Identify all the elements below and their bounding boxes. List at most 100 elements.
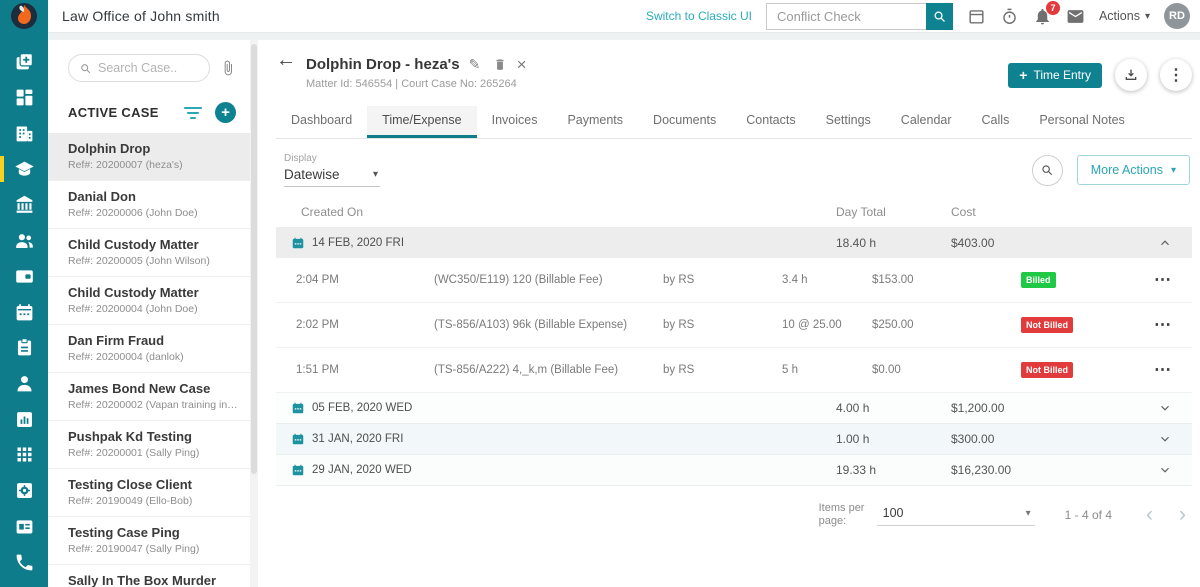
nav-item-court[interactable] <box>0 188 48 222</box>
time-expense-table: Created On Day Total Cost 14 FEB, 2020 F… <box>276 197 1192 486</box>
display-dropdown[interactable]: Datewise ▾ <box>284 164 380 187</box>
group-day-total: 1.00 h <box>836 432 951 446</box>
date-group-row[interactable]: 14 FEB, 2020 FRI18.40 h$403.00 <box>276 227 1192 258</box>
conflict-search-button[interactable] <box>926 3 953 30</box>
avatar[interactable]: RD <box>1164 3 1190 29</box>
time-entry-button[interactable]: + Time Entry <box>1008 63 1102 88</box>
nav-item-firm[interactable] <box>0 116 48 150</box>
more-actions-button[interactable]: More Actions ▾ <box>1077 155 1190 185</box>
group-date: 05 FEB, 2020 WED <box>291 401 836 415</box>
nav-item-add-case[interactable] <box>0 45 48 79</box>
time-entry-row[interactable]: 2:02 PM(TS-856/A103) 96k (Billable Expen… <box>276 303 1192 348</box>
app-title: Law Office of John smith <box>62 8 220 24</box>
case-list-item[interactable]: Testing Close ClientRef#: 20190049 (Ello… <box>48 469 250 517</box>
app-window: Law Office of John smith Switch to Class… <box>0 0 1200 587</box>
back-button[interactable]: ← <box>276 50 296 70</box>
plus-icon: + <box>1019 67 1027 83</box>
group-date: 14 FEB, 2020 FRI <box>291 236 836 250</box>
nav-item-reports[interactable] <box>0 402 48 436</box>
date-group-row[interactable]: 05 FEB, 2020 WED4.00 h$1,200.00 <box>276 393 1192 424</box>
row-actions-menu-icon[interactable]: ⋯ <box>1142 365 1172 375</box>
search-icon <box>1040 163 1054 177</box>
case-search-input[interactable] <box>98 61 199 75</box>
nav-item-contacts[interactable] <box>0 224 48 258</box>
case-list-item[interactable]: Dolphin Drop Ref#: 20200007 (heza's) <box>48 133 250 181</box>
nav-item-billing[interactable] <box>0 259 48 293</box>
timer-icon[interactable] <box>1000 7 1019 26</box>
case-name: Dolphin Drop <box>68 141 238 156</box>
delete-trash-icon[interactable] <box>493 57 508 72</box>
notifications-bell-icon[interactable]: 7 <box>1033 7 1052 26</box>
chevron-down-icon[interactable] <box>1150 401 1172 415</box>
nav-item-settings[interactable] <box>0 474 48 508</box>
nav-item-dashboard[interactable] <box>0 81 48 115</box>
chevron-up-icon[interactable] <box>1150 236 1172 250</box>
more-options-button[interactable]: ⋮ <box>1160 59 1192 91</box>
entry-description: (WC350/E119) 120 (Billable Fee) <box>434 274 663 286</box>
tab-documents[interactable]: Documents <box>638 106 731 138</box>
mail-icon[interactable] <box>1066 7 1085 26</box>
scrollbar-thumb[interactable] <box>251 44 257 474</box>
chevron-down-icon[interactable] <box>1150 463 1172 477</box>
tab-time-expense[interactable]: Time/Expense <box>367 106 476 138</box>
edit-pencil-icon[interactable]: ✎ <box>469 57 484 72</box>
conflict-check-search <box>766 3 953 30</box>
case-ref: Ref#: 20200005 (John Wilson) <box>68 255 238 267</box>
case-ref: Ref#: 20200007 (heza's) <box>68 159 238 171</box>
chevron-down-icon[interactable] <box>1150 432 1172 446</box>
row-actions-menu-icon[interactable]: ⋯ <box>1142 275 1172 285</box>
actions-dropdown[interactable]: Actions ▾ <box>1099 9 1150 23</box>
paperclip-icon[interactable] <box>220 60 236 76</box>
tab-personal-notes[interactable]: Personal Notes <box>1024 106 1139 138</box>
nav-item-calendar[interactable] <box>0 295 48 329</box>
case-name: Testing Case Ping <box>68 525 238 540</box>
case-list: Dolphin Drop Ref#: 20200007 (heza's) Dania… <box>48 133 250 587</box>
previous-page-button[interactable]: ‹ <box>1146 506 1153 524</box>
firm-icon <box>14 123 35 144</box>
tab-calendar[interactable]: Calendar <box>886 106 967 138</box>
case-title: Dolphin Drop - heza's <box>306 56 460 73</box>
case-list-item[interactable]: Sally In The Box Murder Case <box>48 565 250 587</box>
tab-payments[interactable]: Payments <box>552 106 638 138</box>
nav-item-calls[interactable] <box>0 545 48 579</box>
case-name: Sally In The Box Murder Case <box>68 573 238 587</box>
tab-contacts[interactable]: Contacts <box>731 106 810 138</box>
download-button[interactable] <box>1115 59 1147 91</box>
case-list-item[interactable]: James Bond New CaseRef#: 20200002 (Vapan… <box>48 373 250 421</box>
date-group-row[interactable]: 31 JAN, 2020 FRI1.00 h$300.00 <box>276 424 1192 455</box>
case-list-item[interactable]: Child Custody MatterRef#: 20200004 (John… <box>48 277 250 325</box>
case-list-item[interactable]: Danial DonRef#: 20200006 (John Doe) <box>48 181 250 229</box>
add-case-button[interactable]: + <box>215 102 236 123</box>
conflict-check-input[interactable] <box>766 3 926 30</box>
tab-settings[interactable]: Settings <box>811 106 886 138</box>
nav-item-matters[interactable] <box>0 152 48 186</box>
next-page-button[interactable]: › <box>1179 506 1186 524</box>
case-list-item[interactable]: Child Custody MatterRef#: 20200005 (John… <box>48 229 250 277</box>
row-actions-menu-icon[interactable]: ⋯ <box>1142 320 1172 330</box>
tab-calls[interactable]: Calls <box>967 106 1025 138</box>
matters-icon <box>14 159 35 180</box>
date-group-row[interactable]: 29 JAN, 2020 WED19.33 h$16,230.00 <box>276 455 1192 486</box>
case-ref: Ref#: 20190049 (Ello-Bob) <box>68 495 238 507</box>
entry-quantity: 3.4 h <box>782 274 872 286</box>
tab-dashboard[interactable]: Dashboard <box>276 106 367 138</box>
filter-icon[interactable] <box>183 107 203 119</box>
case-list-item[interactable]: Dan Firm FraudRef#: 20200004 (danlok) <box>48 325 250 373</box>
switch-to-classic-link[interactable]: Switch to Classic UI <box>646 9 752 23</box>
table-search-button[interactable] <box>1032 155 1063 186</box>
nav-item-clients[interactable] <box>0 367 48 401</box>
time-entry-row[interactable]: 2:04 PM(WC350/E119) 120 (Billable Fee)by… <box>276 258 1192 303</box>
case-list-scrollbar[interactable] <box>250 40 258 587</box>
case-list-item[interactable]: Testing Case PingRef#: 20190047 (Sally P… <box>48 517 250 565</box>
nav-item-tasks[interactable] <box>0 331 48 365</box>
add-case-icon <box>14 51 35 72</box>
time-entry-row[interactable]: 1:51 PM(TS-856/A222) 4,_k,m (Billable Fe… <box>276 348 1192 393</box>
app-logo[interactable] <box>0 0 48 33</box>
tab-invoices[interactable]: Invoices <box>477 106 553 138</box>
calendar-icon[interactable] <box>967 7 986 26</box>
nav-item-apps[interactable] <box>0 438 48 472</box>
nav-item-news[interactable] <box>0 510 48 544</box>
close-icon[interactable]: × <box>517 57 527 72</box>
case-list-item[interactable]: Pushpak Kd TestingRef#: 20200001 (Sally … <box>48 421 250 469</box>
items-per-page-dropdown[interactable]: 100 ▾ <box>877 504 1035 526</box>
